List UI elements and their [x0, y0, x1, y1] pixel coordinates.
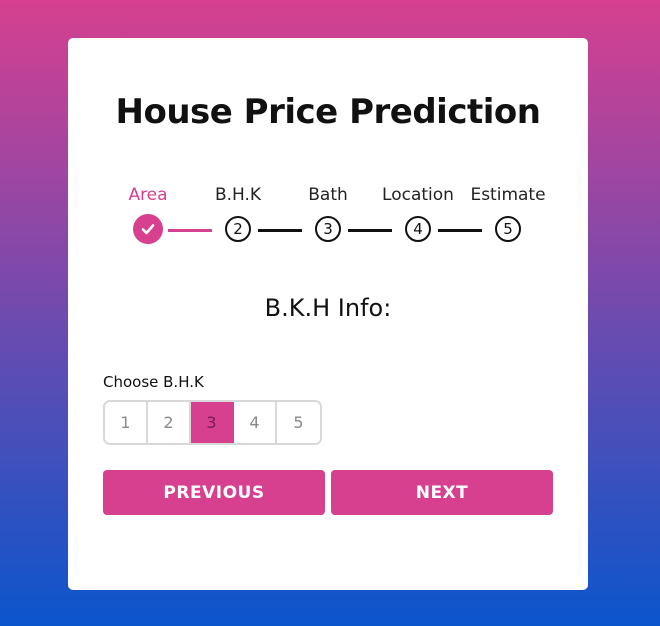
previous-button[interactable]: PREVIOUS — [103, 470, 325, 515]
bhk-option-2[interactable]: 2 — [148, 402, 191, 443]
step-connector-2 — [258, 229, 302, 232]
step-circle-area — [133, 214, 163, 244]
bhk-option-4[interactable]: 4 — [234, 402, 277, 443]
section-title: B.K.H Info: — [264, 294, 392, 322]
bhk-option-5[interactable]: 5 — [277, 402, 320, 443]
bhk-field-label: Choose B.H.K — [103, 373, 204, 391]
step-connector-4 — [438, 229, 482, 232]
step-circle-location: 4 — [405, 216, 431, 242]
step-connector-3 — [348, 229, 392, 232]
check-icon — [141, 224, 155, 235]
bhk-option-3[interactable]: 3 — [191, 402, 234, 443]
step-label-location: Location — [382, 185, 454, 205]
progress-steps: Area B.H.K Bath Location Estimate 2 3 4 … — [68, 183, 588, 253]
step-label-bath: Bath — [308, 185, 348, 205]
step-label-bhk: B.H.K — [214, 185, 262, 205]
bhk-selector: 1 2 3 4 5 — [103, 400, 322, 445]
step-circle-bath: 3 — [315, 216, 341, 242]
page-title: House Price Prediction — [115, 92, 541, 132]
step-circle-bhk: 2 — [225, 216, 251, 242]
form-card: House Price Prediction Area B.H.K Bath L… — [68, 38, 588, 590]
step-label-estimate: Estimate — [470, 185, 546, 205]
step-circle-estimate: 5 — [495, 216, 521, 242]
bhk-option-1[interactable]: 1 — [105, 402, 148, 443]
step-connector-1 — [168, 229, 212, 232]
next-button[interactable]: NEXT — [331, 470, 553, 515]
step-label-area: Area — [128, 185, 168, 205]
